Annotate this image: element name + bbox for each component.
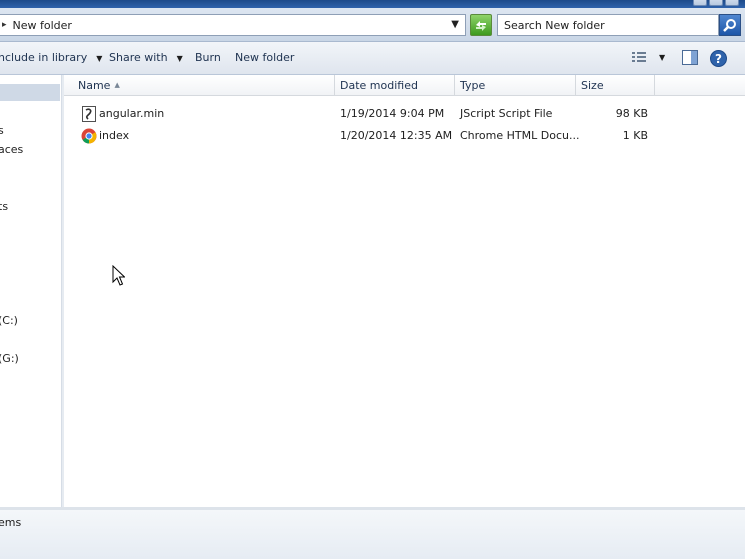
new-folder-button[interactable]: New folder: [235, 51, 294, 64]
column-header-size[interactable]: Size: [576, 75, 655, 96]
column-size-label: Size: [581, 79, 604, 92]
column-date-label: Date modified: [340, 79, 418, 92]
file-list-header: Name ▲ Date modified Type Size: [64, 75, 745, 96]
window-controls: [693, 0, 739, 6]
file-date: 1/20/2014 12:35 AM: [340, 129, 453, 142]
new-folder-label: New folder: [235, 51, 295, 64]
search-placeholder: Search New folder: [504, 18, 605, 32]
nav-item[interactable]: ts: [0, 200, 8, 213]
column-header-type[interactable]: Type: [455, 75, 576, 96]
file-name: index: [99, 129, 130, 142]
refresh-arrows-icon: [476, 21, 486, 31]
chrome-html-icon: [81, 128, 97, 144]
help-icon: ?: [710, 50, 727, 67]
chevron-down-icon: ▼: [176, 54, 183, 63]
search-input[interactable]: Search New folder: [497, 14, 719, 36]
share-with-button[interactable]: Share with ▼: [109, 51, 183, 64]
chevron-down-icon: ▼: [96, 54, 103, 63]
window-title-bar: [0, 0, 745, 8]
jscript-file-icon: [82, 106, 96, 122]
file-row[interactable]: index 1/20/2014 12:35 AM Chrome HTML Doc…: [64, 125, 664, 147]
nav-item[interactable]: aces: [0, 143, 23, 156]
address-bar-row: ▸ New folder ▼ Search New folder: [0, 8, 745, 42]
navigation-pane: s aces ts (C:) (G:): [0, 75, 62, 507]
breadcrumb-chevron-icon[interactable]: ▸: [2, 20, 7, 30]
details-view-icon: [632, 52, 646, 62]
share-with-label: Share with: [109, 51, 168, 64]
nav-selected-item[interactable]: [0, 84, 60, 101]
file-size: 1 KB: [622, 129, 648, 142]
close-button[interactable]: [725, 0, 739, 6]
item-count: ems: [0, 516, 22, 529]
command-toolbar: nclude in library ▼ Share with ▼ Burn New …: [0, 42, 745, 75]
change-view-button[interactable]: [631, 50, 647, 64]
preview-pane-icon: [682, 50, 698, 65]
chevron-down-icon: ▼: [659, 53, 666, 62]
details-status-bar: ems: [0, 510, 745, 559]
svg-text:?: ?: [715, 52, 722, 66]
breadcrumb-current-folder[interactable]: New folder: [13, 19, 72, 32]
mouse-cursor-icon: [112, 265, 125, 286]
sort-ascending-icon: ▲: [114, 81, 120, 89]
nav-item-drive-c[interactable]: (C:): [0, 314, 18, 327]
column-header-name[interactable]: Name ▲: [73, 75, 335, 96]
column-name-label: Name: [78, 79, 111, 92]
nav-item[interactable]: s: [0, 124, 4, 137]
burn-label: Burn: [195, 51, 221, 64]
include-in-library-label: nclude in library: [0, 51, 88, 64]
refresh-button[interactable]: [470, 14, 492, 36]
file-type: JScript Script File: [460, 107, 553, 120]
minimize-button[interactable]: [693, 0, 707, 6]
column-type-label: Type: [460, 79, 486, 92]
file-size: 98 KB: [615, 107, 648, 120]
address-bar[interactable]: ▸ New folder ▼: [0, 14, 466, 36]
file-type: Chrome HTML Docu...: [460, 129, 580, 142]
address-dropdown-icon[interactable]: ▼: [451, 19, 459, 30]
include-in-library-button[interactable]: nclude in library ▼: [0, 51, 102, 64]
burn-button[interactable]: Burn: [195, 51, 221, 64]
file-row[interactable]: angular.min 1/19/2014 9:04 PM JScript Sc…: [64, 103, 664, 125]
nav-item-drive-g[interactable]: (G:): [0, 352, 19, 365]
search-icon: [723, 19, 736, 32]
file-name: angular.min: [99, 107, 165, 120]
view-options-dropdown[interactable]: ▼: [659, 53, 665, 62]
help-button[interactable]: ?: [710, 50, 727, 67]
file-date: 1/19/2014 9:04 PM: [340, 107, 445, 120]
maximize-button[interactable]: [709, 0, 723, 6]
column-header-date-modified[interactable]: Date modified: [335, 75, 455, 96]
preview-pane-button[interactable]: [682, 50, 698, 65]
search-button[interactable]: [719, 14, 741, 36]
